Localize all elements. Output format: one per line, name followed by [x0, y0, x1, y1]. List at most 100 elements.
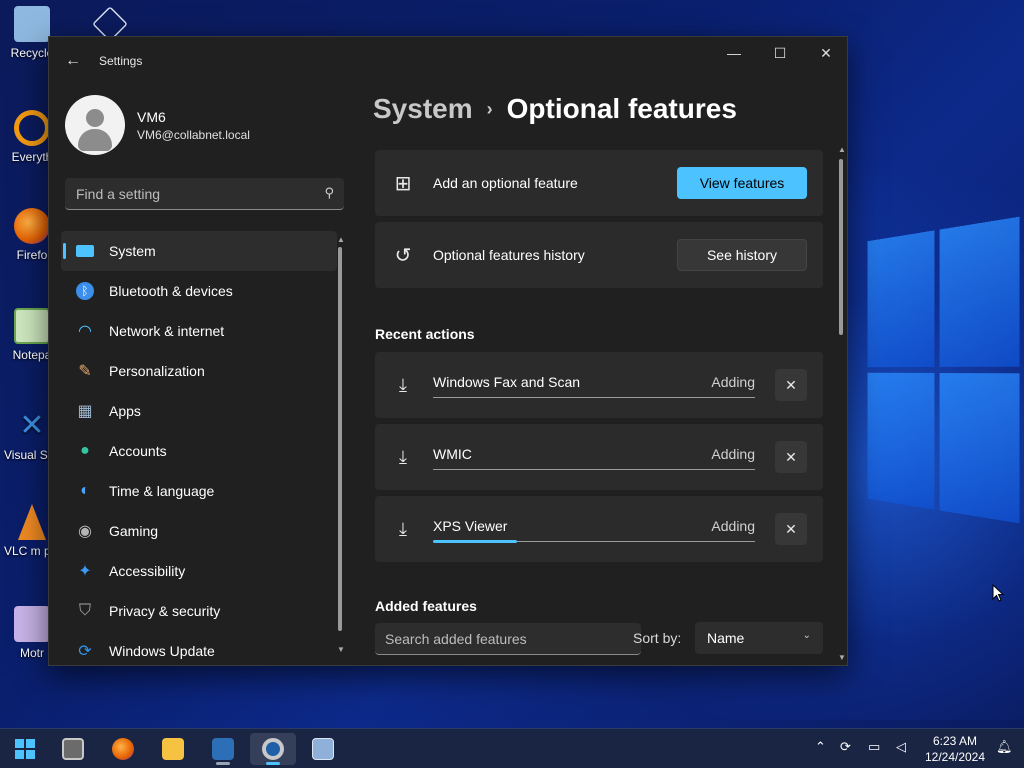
scroll-down-icon[interactable]: ▼ [337, 645, 345, 654]
sidebar-item-accessibility[interactable]: ✦ Accessibility [61, 551, 337, 591]
motrix-icon [14, 606, 50, 642]
see-history-button[interactable]: See history [677, 239, 807, 271]
task-view-icon [62, 738, 84, 760]
main-scrollbar[interactable]: ▲ ▼ [837, 145, 846, 665]
download-icon: ⤓ [399, 446, 407, 467]
card-label: Optional features history [433, 247, 585, 263]
added-features-heading: Added features [375, 598, 477, 614]
shield-icon: ⛉ [78, 602, 91, 619]
scroll-up-icon[interactable]: ▲ [337, 235, 345, 244]
taskbar-app[interactable] [200, 733, 246, 765]
progress-fill [433, 540, 517, 543]
settings-window: ← Settings — ☐ ✕ VM6 VM6@collabnet.local… [48, 36, 848, 666]
download-icon: ⤓ [399, 374, 407, 395]
chevron-up-icon[interactable]: ⌃ [815, 739, 826, 755]
app-icon [212, 738, 234, 760]
recent-actions-heading: Recent actions [375, 326, 475, 342]
cancel-action-button[interactable]: ✕ [775, 513, 807, 545]
sidebar-item-time-language[interactable]: ◐ Time & language [61, 471, 337, 511]
bluetooth-icon: ᛒ [75, 281, 95, 301]
sidebar-item-system[interactable]: System [61, 231, 337, 271]
windows-start-icon [15, 739, 35, 759]
scroll-thumb[interactable] [839, 159, 843, 335]
user-email: VM6@collabnet.local [137, 128, 250, 142]
sort-by-select[interactable]: Name ⌄ [695, 622, 823, 654]
taskbar-file-explorer[interactable] [150, 733, 196, 765]
gear-icon [262, 738, 284, 760]
cancel-action-button[interactable]: ✕ [775, 369, 807, 401]
start-button[interactable] [2, 733, 48, 765]
sidebar-nav: System ᛒ Bluetooth & devices ◠ Network &… [61, 231, 337, 671]
sidebar-scrollbar[interactable]: ▲ ▼ [337, 235, 345, 655]
update-icon: ⟳ [78, 643, 92, 660]
folder-icon [162, 738, 184, 760]
sidebar-item-accounts[interactable]: ● Accounts [61, 431, 337, 471]
scroll-down-icon[interactable]: ▼ [838, 653, 846, 662]
history-icon: ↺ [394, 244, 412, 267]
minimize-button[interactable]: — [711, 37, 757, 69]
progress-bar [433, 397, 755, 398]
sidebar-item-personalization[interactable]: ✎ Personalization [61, 351, 337, 391]
user-profile[interactable] [65, 95, 125, 155]
sidebar-item-windows-update[interactable]: ⟳ Windows Update [61, 631, 337, 671]
clock-date: 12/24/2024 [924, 750, 986, 764]
add-optional-feature-card: ⊞ Add an optional feature View features [375, 150, 823, 216]
view-features-button[interactable]: View features [677, 167, 807, 199]
feature-status: Adding [711, 518, 755, 534]
cancel-action-button[interactable]: ✕ [775, 441, 807, 473]
scroll-up-icon[interactable]: ▲ [838, 145, 846, 154]
sidebar-item-bluetooth[interactable]: ᛒ Bluetooth & devices [61, 271, 337, 311]
task-view-button[interactable] [50, 733, 96, 765]
taskbar-firefox[interactable] [100, 733, 146, 765]
firefox-icon [112, 738, 134, 760]
display-icon[interactable]: ▭ [868, 739, 880, 755]
sidebar-item-gaming[interactable]: ◉ Gaming [61, 511, 337, 551]
search-placeholder: Search added features [385, 630, 527, 647]
gamepad-icon: ◉ [78, 523, 92, 540]
sidebar-item-label: System [109, 243, 156, 259]
optional-features-history-card: ↺ Optional features history See history [375, 222, 823, 288]
chevron-right-icon: › [486, 98, 493, 119]
feature-name: WMIC [433, 446, 472, 462]
vlc-icon [18, 504, 46, 540]
vscode-icon: ✕ [19, 409, 45, 442]
clock-time: 6:23 AM [932, 734, 978, 748]
scroll-thumb[interactable] [338, 247, 342, 631]
page-title: Optional features [506, 93, 737, 124]
progress-bar [433, 469, 755, 470]
app-2022-icon [312, 738, 334, 760]
accounts-icon: ● [80, 442, 90, 459]
breadcrumb-parent[interactable]: System [373, 93, 473, 125]
sidebar-item-label: Time & language [109, 483, 215, 499]
mouse-cursor-icon [992, 584, 1005, 602]
sync-icon[interactable]: ⟳ [840, 739, 851, 755]
breadcrumb: System › Optional features [373, 93, 737, 125]
recent-action-item: ⤓ Windows Fax and Scan Adding ✕ [375, 352, 823, 418]
title-bar[interactable]: ← Settings — ☐ ✕ [49, 37, 847, 85]
app-title: Settings [99, 54, 143, 68]
notification-bell-icon[interactable]: 🔔︎ [996, 739, 1013, 755]
sidebar-item-network[interactable]: ◠ Network & internet [61, 311, 337, 351]
sidebar-item-privacy[interactable]: ⛉ Privacy & security [61, 591, 337, 631]
search-icon: ⚲ [324, 185, 334, 200]
sidebar-item-apps[interactable]: ▦ Apps [61, 391, 337, 431]
back-arrow-icon[interactable]: ← [63, 51, 83, 71]
feature-name: Windows Fax and Scan [433, 374, 581, 390]
taskbar-app-2022[interactable] [300, 733, 346, 765]
avatar[interactable] [65, 95, 125, 155]
sidebar-item-label: Windows Update [109, 643, 215, 659]
sidebar-item-label: Apps [109, 403, 141, 419]
close-button[interactable]: ✕ [803, 37, 849, 69]
system-icon [75, 241, 95, 261]
wallpaper-windows-logo [867, 216, 1020, 524]
search-added-features-input[interactable]: Search added features [375, 623, 641, 655]
maximize-button[interactable]: ☐ [757, 37, 803, 69]
feature-status: Adding [711, 374, 755, 390]
sort-by-label: Sort by: [633, 630, 682, 646]
find-setting-input[interactable]: Find a setting ⚲ [65, 178, 344, 210]
volume-muted-icon[interactable]: ◁ [896, 739, 906, 755]
user-name: VM6 [137, 109, 166, 125]
feature-name: XPS Viewer [433, 518, 508, 534]
system-clock[interactable]: 6:23 AM 12/24/2024 [920, 733, 990, 765]
taskbar-settings[interactable] [250, 733, 296, 765]
